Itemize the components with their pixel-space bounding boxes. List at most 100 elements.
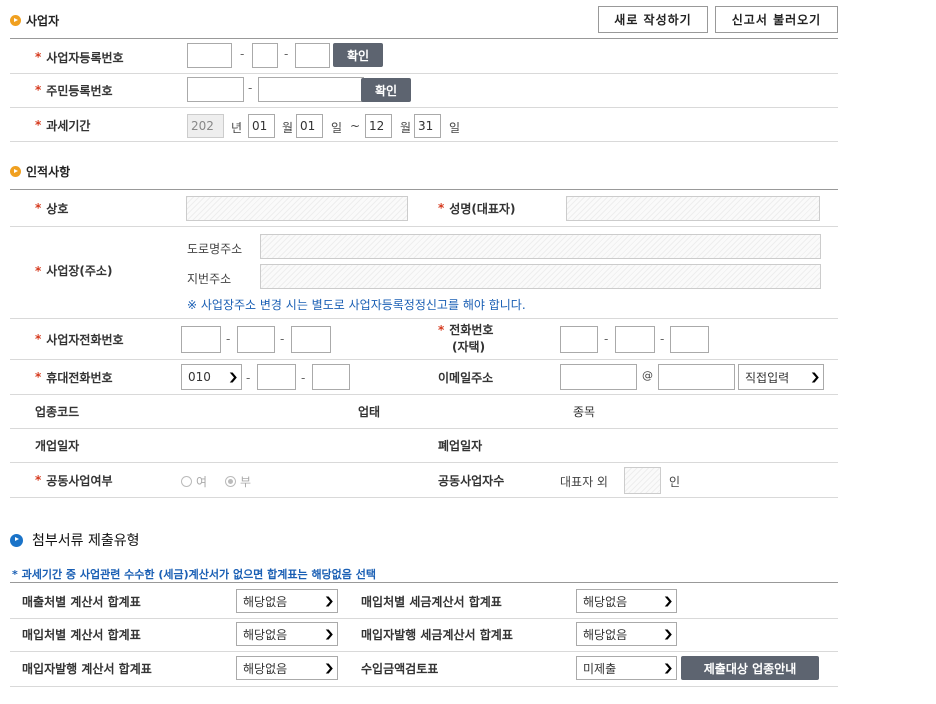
chevron-down-icon: ❯: [323, 662, 335, 674]
biz-phone-part2-input[interactable]: [237, 326, 275, 353]
divider: [10, 359, 838, 360]
chevron-down-icon: ❯: [323, 595, 335, 607]
day-unit: 일: [331, 121, 343, 135]
resident-no-part1-input[interactable]: [187, 77, 244, 102]
end-month-input[interactable]: 12: [365, 114, 392, 138]
address-label: * 사업장(주소): [35, 263, 113, 279]
chevron-down-icon: ❯: [662, 595, 674, 607]
new-form-button[interactable]: 새로 작성하기: [598, 6, 708, 33]
home-phone-part2-input[interactable]: [615, 326, 655, 353]
radio-checked-icon: [225, 476, 236, 487]
separator: -: [301, 371, 306, 385]
month-unit: 월: [400, 121, 412, 135]
biz-reg-no-part3-input[interactable]: [295, 43, 330, 68]
attach-row2-select2[interactable]: 해당없음 ❯: [576, 622, 677, 646]
trade-name-field: [186, 196, 408, 221]
attach-row2-label2: 매입자발행 세금계산서 합계표: [361, 627, 513, 642]
biz-phone-part3-input[interactable]: [291, 326, 331, 353]
separator: -: [280, 332, 285, 346]
biz-reg-no-part1-input[interactable]: [187, 43, 232, 68]
day-unit: 일: [449, 121, 461, 135]
divider: [10, 462, 838, 463]
divider: [10, 38, 838, 39]
biz-phone-part1-input[interactable]: [181, 326, 221, 353]
divider: [10, 651, 838, 652]
section-attach-label: 첨부서류 제출유형: [32, 533, 140, 549]
divider: [10, 618, 838, 619]
end-day-input[interactable]: 31: [414, 114, 441, 138]
home-phone-part1-input[interactable]: [560, 326, 598, 353]
radio-icon: [181, 476, 192, 487]
home-phone-part3-input[interactable]: [670, 326, 709, 353]
attach-row1-select1[interactable]: 해당없음 ❯: [236, 589, 338, 613]
section-attach-title: 첨부서류 제출유형: [10, 530, 140, 550]
section-bullet-icon: [10, 166, 21, 177]
tax-period-year-field: 202: [187, 114, 224, 138]
joint-yes-radio[interactable]: 여: [181, 473, 207, 490]
rep-name-field: [566, 196, 820, 221]
attach-row1-select2[interactable]: 해당없음 ❯: [576, 589, 677, 613]
joint-no-radio[interactable]: 부: [225, 473, 251, 490]
lot-address-label: 지번주소: [187, 272, 232, 286]
close-date-label: 폐업일자: [438, 438, 483, 453]
separator: -: [604, 332, 609, 346]
email-id-input[interactable]: [560, 364, 637, 390]
email-domain-input[interactable]: [658, 364, 735, 390]
rep-other-text: 대표자 외: [560, 475, 608, 489]
tilde: ~: [350, 119, 361, 133]
section-personal-label: 인적사항: [26, 165, 71, 179]
divider: [10, 394, 838, 395]
month-unit: 월: [282, 121, 294, 135]
divider: [10, 497, 838, 498]
road-address-label: 도로명주소: [187, 242, 243, 256]
resident-no-part2-input[interactable]: [258, 77, 364, 102]
mobile-prefix-select[interactable]: 010 ❯: [181, 364, 242, 390]
attach-row2-label1: 매입처별 계산서 합계표: [22, 627, 141, 642]
divider: [10, 226, 838, 227]
start-day-input[interactable]: 01: [296, 114, 323, 138]
trade-name-label: * 상호: [35, 201, 69, 216]
biz-reg-no-confirm-button[interactable]: 확인: [333, 43, 383, 67]
separator: -: [660, 332, 665, 346]
mobile-part2-input[interactable]: [257, 364, 296, 390]
home-phone-label: * 전화번호 (자택): [438, 323, 494, 354]
mobile-label: * 휴대전화번호: [35, 370, 113, 385]
mobile-part3-input[interactable]: [312, 364, 350, 390]
chevron-down-icon: ❯: [809, 371, 821, 383]
address-notice: ※ 사업장주소 변경 시는 별도로 사업자등록정정신고를 해야 합니다.: [187, 298, 526, 312]
attach-row3-label2: 수입금액검토표: [361, 661, 439, 676]
divider: [10, 318, 838, 319]
biz-reg-no-label: * 사업자등록번호: [35, 50, 124, 65]
divider: [10, 107, 838, 108]
item-label: 종목: [573, 404, 596, 419]
business-type-label: 업태: [358, 404, 381, 419]
resident-no-label: * 주민등록번호: [35, 83, 113, 98]
divider: [10, 428, 838, 429]
section-business-title: 사업자: [10, 12, 59, 29]
divider: [10, 582, 838, 583]
resident-no-confirm-button[interactable]: 확인: [361, 78, 411, 102]
joint-business-label: * 공동사업여부: [35, 473, 113, 488]
section-bullet-icon: [10, 15, 21, 26]
start-month-input[interactable]: 01: [248, 114, 275, 138]
industry-guide-button[interactable]: 제출대상 업종안내: [681, 656, 819, 680]
chevron-down-icon: ❯: [227, 371, 239, 383]
separator: -: [284, 47, 289, 61]
attach-row3-select2[interactable]: 미제출 ❯: [576, 656, 677, 680]
load-form-button[interactable]: 신고서 불러오기: [715, 6, 838, 33]
separator: -: [226, 332, 231, 346]
rep-name-label: * 성명(대표자): [438, 201, 516, 216]
divider: [10, 686, 838, 687]
divider: [10, 189, 838, 190]
biz-reg-no-part2-input[interactable]: [252, 43, 278, 68]
attach-notice: * 과세기간 중 사업관련 수수한 (세금)계산서가 없으면 합계표는 해당없음…: [12, 568, 376, 581]
attach-row3-label1: 매입자발행 계산서 합계표: [22, 661, 152, 676]
attach-row1-label2: 매입처별 세금계산서 합계표: [361, 594, 502, 609]
joint-count-field: [624, 467, 661, 494]
email-label: 이메일주소: [438, 370, 494, 385]
chevron-down-icon: ❯: [662, 662, 674, 674]
email-domain-select[interactable]: 직접입력 ❯: [738, 364, 824, 390]
attach-row3-select1[interactable]: 해당없음 ❯: [236, 656, 338, 680]
attach-row2-select1[interactable]: 해당없음 ❯: [236, 622, 338, 646]
biz-phone-label: * 사업자전화번호: [35, 332, 124, 347]
